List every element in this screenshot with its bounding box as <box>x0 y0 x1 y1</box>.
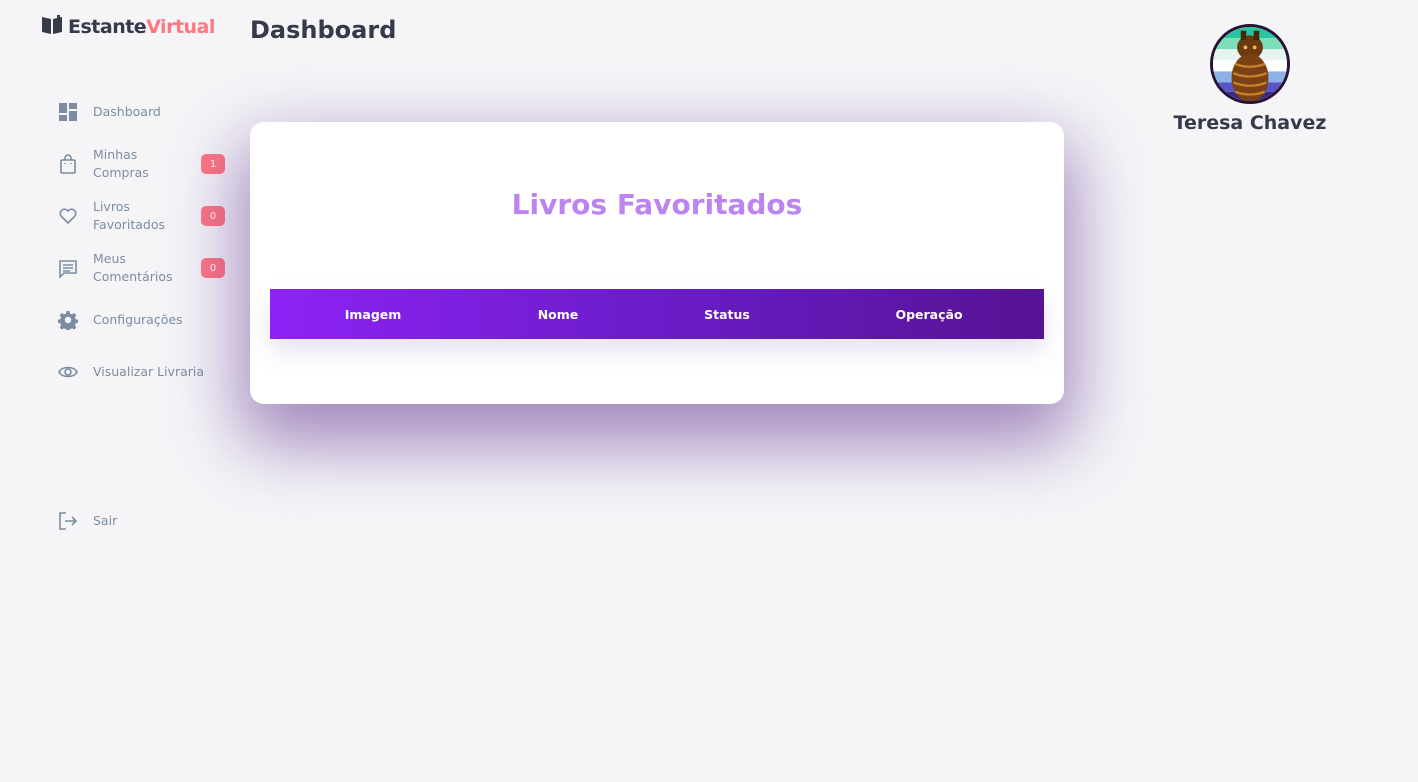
column-header-status: Status <box>704 306 750 322</box>
profile-picture <box>1213 27 1287 101</box>
comment-icon <box>58 258 78 278</box>
sidebar-item-meus-comentarios[interactable]: Meus Comentários 0 <box>0 242 240 294</box>
sidebar-item-sair[interactable]: Sair <box>0 495 240 547</box>
brand-logo[interactable]: Estante Virtual <box>40 15 215 38</box>
profile-name: Teresa Chavez <box>1173 112 1327 134</box>
column-header-nome: Nome <box>537 306 579 322</box>
brand-name-part1: Estante <box>68 16 147 38</box>
sidebar-item-configuracoes[interactable]: Configurações <box>0 294 240 346</box>
sidebar-item-visualizar-livraria[interactable]: Visualizar Livraria <box>0 346 240 398</box>
sidebar-item-label: Minhas Compras <box>93 147 149 180</box>
brand-name-part2: Virtual <box>146 16 215 38</box>
gear-icon <box>58 310 78 330</box>
sidebar-item-label: Livros Favoritados <box>93 199 166 232</box>
shopping-bag-icon <box>58 154 78 174</box>
sidebar-item-livros-favoritados[interactable]: Livros Favoritados 0 <box>0 190 240 242</box>
logout-icon <box>58 511 78 531</box>
sidebar-item-label: Dashboard <box>93 104 161 119</box>
heart-icon <box>58 206 78 226</box>
card-title: Livros Favoritados <box>511 188 803 221</box>
table-header: Imagem Nome Status Operação <box>270 289 1044 339</box>
sidebar: Dashboard Minhas Compras 1 Livros Favori… <box>0 86 240 530</box>
column-header-imagem: Imagem <box>344 306 402 322</box>
sidebar-item-label: Configurações <box>93 312 183 327</box>
dashboard-icon <box>58 102 78 122</box>
count-badge: 1 <box>201 154 225 174</box>
avatar[interactable] <box>1210 24 1290 104</box>
book-icon <box>42 15 62 34</box>
eye-icon <box>58 362 78 382</box>
page-title: Dashboard <box>250 16 397 44</box>
sidebar-item-label: Sair <box>93 513 118 528</box>
sidebar-item-dashboard[interactable]: Dashboard <box>0 86 240 138</box>
sidebar-item-label: Visualizar Livraria <box>93 364 205 379</box>
favorites-card: Livros Favoritados Imagem Nome Status Op… <box>250 122 1064 404</box>
sidebar-item-minhas-compras[interactable]: Minhas Compras 1 <box>0 138 240 190</box>
count-badge: 0 <box>201 206 225 226</box>
column-header-operacao: Operação <box>895 306 963 322</box>
sidebar-item-label: Meus Comentários <box>93 251 173 284</box>
count-badge: 0 <box>201 258 225 278</box>
